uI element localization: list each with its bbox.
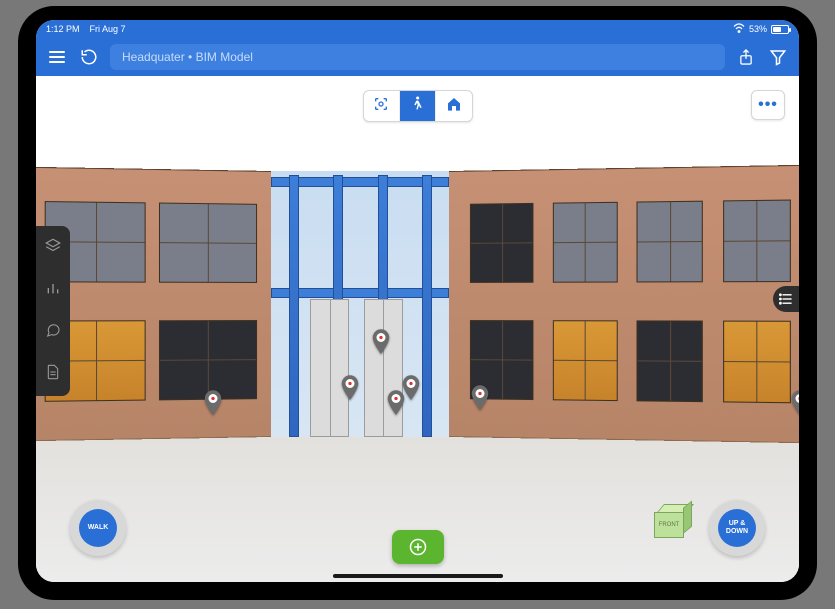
app-toolbar: Headquater • BIM Model	[36, 38, 799, 76]
app-screen: 1:12 PM Fri Aug 7 53%	[36, 20, 799, 582]
status-time: 1:12 PM Fri Aug 7	[46, 24, 126, 34]
wifi-icon	[733, 23, 745, 35]
issue-marker[interactable]	[791, 390, 799, 416]
date-text: Fri Aug 7	[90, 24, 126, 34]
issue-marker[interactable]	[387, 390, 405, 416]
walk-label: WALK	[88, 524, 109, 532]
home-view-button[interactable]	[436, 91, 472, 121]
updown-label: UP & DOWN	[726, 520, 748, 535]
home-icon	[446, 96, 462, 117]
view-mode-toggle	[363, 90, 473, 122]
docs-rail-button[interactable]	[43, 364, 63, 384]
model-viewport[interactable]: ••• WALK UP & DOWN FRONT	[36, 76, 799, 582]
menu-icon[interactable]	[46, 46, 68, 68]
issue-marker[interactable]	[204, 390, 222, 416]
view-cube[interactable]: FRONT	[649, 504, 689, 542]
stack-icon	[44, 237, 62, 260]
plus-icon	[409, 538, 427, 556]
home-indicator	[333, 574, 503, 578]
walk-icon	[410, 96, 424, 117]
more-button[interactable]: •••	[751, 90, 785, 120]
refresh-icon[interactable]	[78, 46, 100, 68]
bars-icon	[45, 280, 61, 301]
target-icon	[373, 96, 389, 117]
model-title-text: Headquater • BIM Model	[122, 50, 253, 64]
side-rail	[36, 226, 70, 396]
layers-rail-button[interactable]	[43, 238, 63, 258]
issue-marker[interactable]	[341, 375, 359, 401]
orbit-mode-button[interactable]	[364, 91, 400, 121]
issue-marker[interactable]	[372, 329, 390, 355]
updown-joystick[interactable]: UP & DOWN	[709, 500, 765, 556]
clock-text: 1:12 PM	[46, 24, 80, 34]
model-title-field[interactable]: Headquater • BIM Model	[110, 44, 725, 70]
walk-mode-button[interactable]	[400, 91, 436, 121]
battery-icon	[771, 25, 789, 34]
cube-face-label: FRONT	[659, 522, 680, 528]
add-button[interactable]	[392, 530, 444, 564]
status-bar: 1:12 PM Fri Aug 7 53%	[36, 20, 799, 38]
chat-icon	[45, 322, 61, 343]
battery-pct: 53%	[749, 24, 767, 34]
share-icon[interactable]	[735, 46, 757, 68]
list-toggle[interactable]	[773, 286, 799, 312]
comments-rail-button[interactable]	[43, 322, 63, 342]
doc-icon	[46, 364, 60, 385]
issue-marker[interactable]	[471, 385, 489, 411]
filter-icon[interactable]	[767, 46, 789, 68]
ipad-frame: 1:12 PM Fri Aug 7 53%	[18, 6, 817, 600]
walk-joystick[interactable]: WALK	[70, 500, 126, 556]
ellipsis-icon: •••	[758, 96, 778, 114]
insights-rail-button[interactable]	[43, 280, 63, 300]
